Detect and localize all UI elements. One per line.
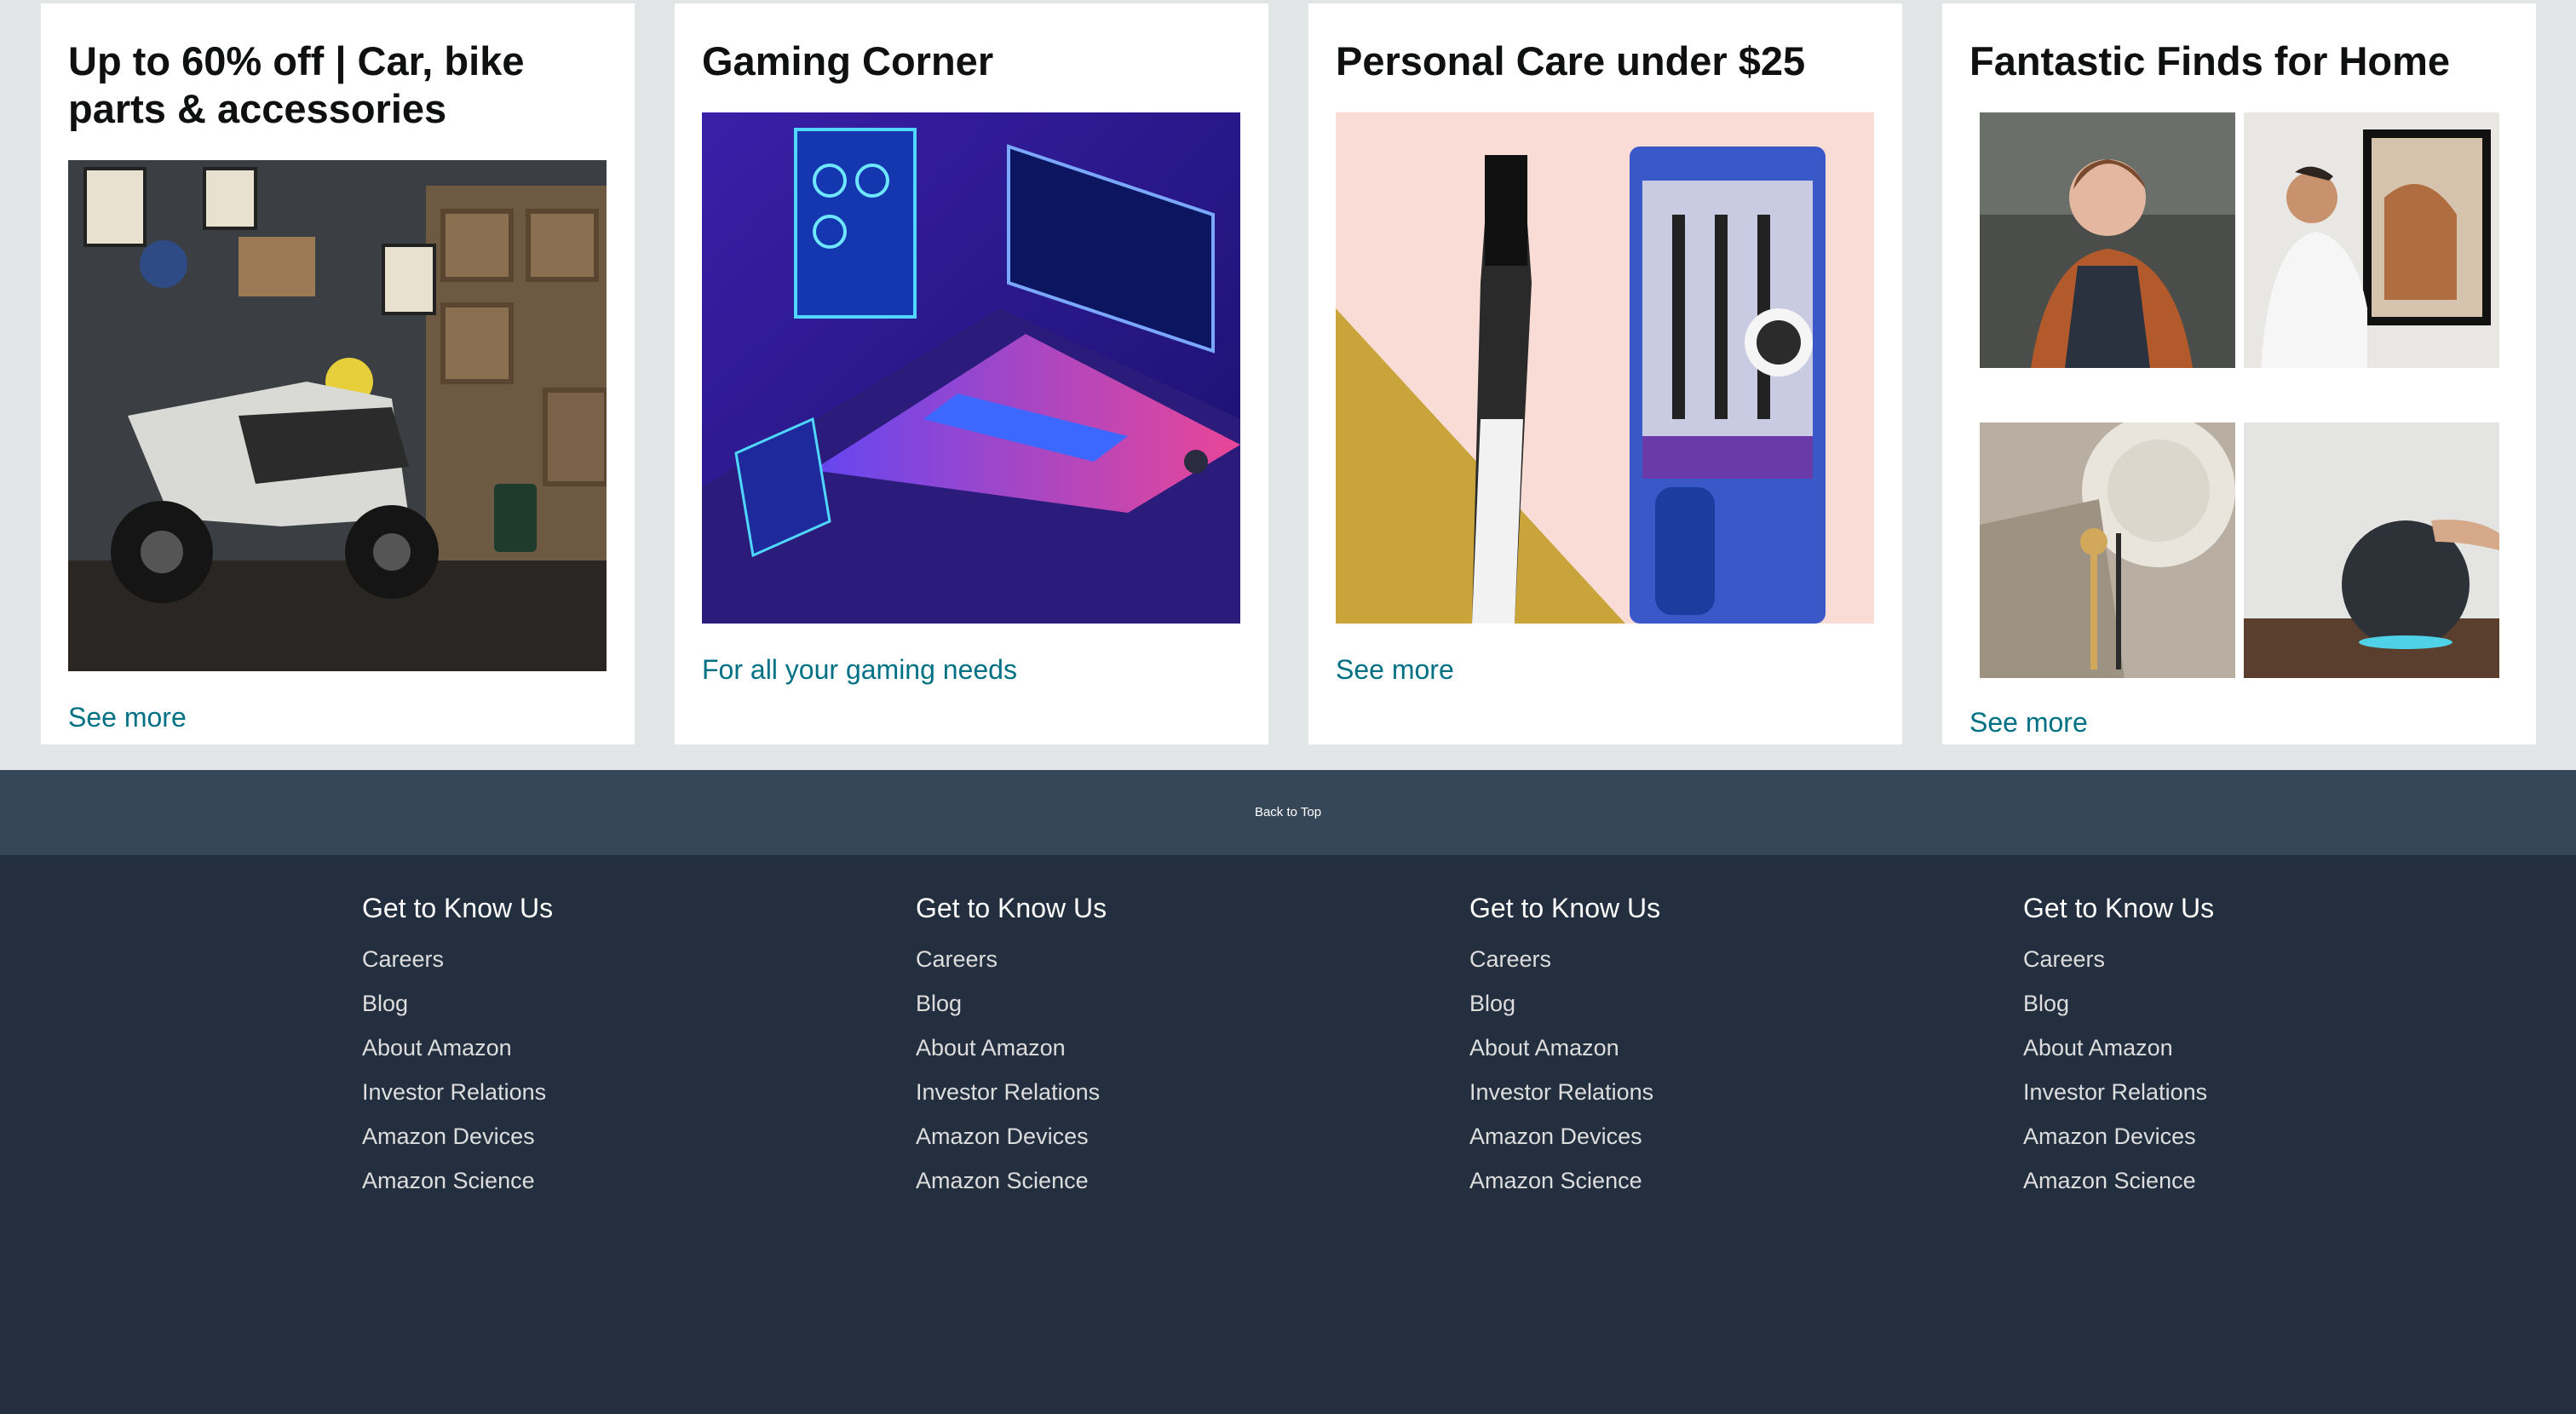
- footer-link-investor-relations[interactable]: Investor Relations: [1469, 1070, 1895, 1114]
- see-more-link[interactable]: See more: [1969, 707, 2088, 739]
- footer-link-blog[interactable]: Blog: [362, 981, 788, 1026]
- footer-link-amazon-science[interactable]: Amazon Science: [362, 1158, 788, 1203]
- card-row: Up to 60% off | Car, bike parts & access…: [0, 0, 2576, 770]
- footer-heading: Get to Know Us: [1469, 893, 1661, 923]
- card-car-bike: Up to 60% off | Car, bike parts & access…: [41, 3, 635, 744]
- footer-link-about-amazon[interactable]: About Amazon: [1469, 1026, 1895, 1070]
- footer-link-blog[interactable]: Blog: [1469, 981, 1895, 1026]
- tile-woman-kitchen[interactable]: [1980, 112, 2235, 368]
- footer-link-about-amazon[interactable]: About Amazon: [2023, 1026, 2449, 1070]
- footer-link-amazon-science[interactable]: Amazon Science: [1469, 1158, 1895, 1203]
- footer-link-amazon-devices[interactable]: Amazon Devices: [916, 1114, 1342, 1158]
- footer-link-careers[interactable]: Careers: [2023, 937, 2449, 981]
- footer-link-blog[interactable]: Blog: [916, 981, 1342, 1026]
- scooter-garage-image[interactable]: [68, 160, 607, 671]
- footer-link-amazon-science[interactable]: Amazon Science: [916, 1158, 1342, 1203]
- footer-link-amazon-devices[interactable]: Amazon Devices: [2023, 1114, 2449, 1158]
- card-title: Personal Care under $25: [1336, 38, 1806, 83]
- card-title: Up to 60% off | Car, bike parts & access…: [68, 38, 525, 131]
- footer-link-amazon-devices[interactable]: Amazon Devices: [362, 1114, 788, 1158]
- footer-link-amazon-devices[interactable]: Amazon Devices: [1469, 1114, 1895, 1158]
- card-title: Fantastic Finds for Home: [1969, 38, 2451, 83]
- footer-link-about-amazon[interactable]: About Amazon: [916, 1026, 1342, 1070]
- footer-link-investor-relations[interactable]: Investor Relations: [916, 1070, 1342, 1114]
- toothbrush-image[interactable]: [1336, 112, 1874, 624]
- footer-link-about-amazon[interactable]: About Amazon: [362, 1026, 788, 1070]
- back-to-top-button[interactable]: Back to Top: [0, 770, 2576, 855]
- footer-link-investor-relations[interactable]: Investor Relations: [362, 1070, 788, 1114]
- footer-link-careers[interactable]: Careers: [916, 937, 1342, 981]
- footer-column: Get to Know Us Careers Blog About Amazon…: [2023, 889, 2449, 1203]
- footer: Get to Know Us Careers Blog About Amazon…: [0, 855, 2576, 1414]
- card-personal-care: Personal Care under $25 See more: [1308, 3, 1902, 744]
- footer-heading: Get to Know Us: [2023, 893, 2215, 923]
- footer-heading: Get to Know Us: [362, 893, 554, 923]
- tile-man-hanging-frame[interactable]: [2244, 112, 2499, 368]
- footer-column: Get to Know Us Careers Blog About Amazon…: [362, 889, 788, 1203]
- tile-smart-speaker[interactable]: [2244, 422, 2499, 678]
- see-more-link[interactable]: See more: [68, 702, 187, 733]
- footer-link-investor-relations[interactable]: Investor Relations: [2023, 1070, 2449, 1114]
- card-home-finds: Fantastic Finds for Home See more: [1942, 3, 2536, 744]
- tile-dinnerware[interactable]: [1980, 422, 2235, 678]
- card-title: Gaming Corner: [702, 38, 994, 83]
- footer-link-amazon-science[interactable]: Amazon Science: [2023, 1158, 2449, 1203]
- see-more-link[interactable]: See more: [1336, 654, 1454, 686]
- footer-link-blog[interactable]: Blog: [2023, 981, 2449, 1026]
- footer-column: Get to Know Us Careers Blog About Amazon…: [916, 889, 1342, 1203]
- card-gaming-corner: Gaming Corner For all your gaming needs: [675, 3, 1268, 744]
- footer-column: Get to Know Us Careers Blog About Amazon…: [1469, 889, 1895, 1203]
- footer-link-careers[interactable]: Careers: [1469, 937, 1895, 981]
- gaming-setup-image[interactable]: [702, 112, 1240, 624]
- gaming-needs-link[interactable]: For all your gaming needs: [702, 654, 1017, 686]
- footer-link-careers[interactable]: Careers: [362, 937, 788, 981]
- footer-heading: Get to Know Us: [916, 893, 1107, 923]
